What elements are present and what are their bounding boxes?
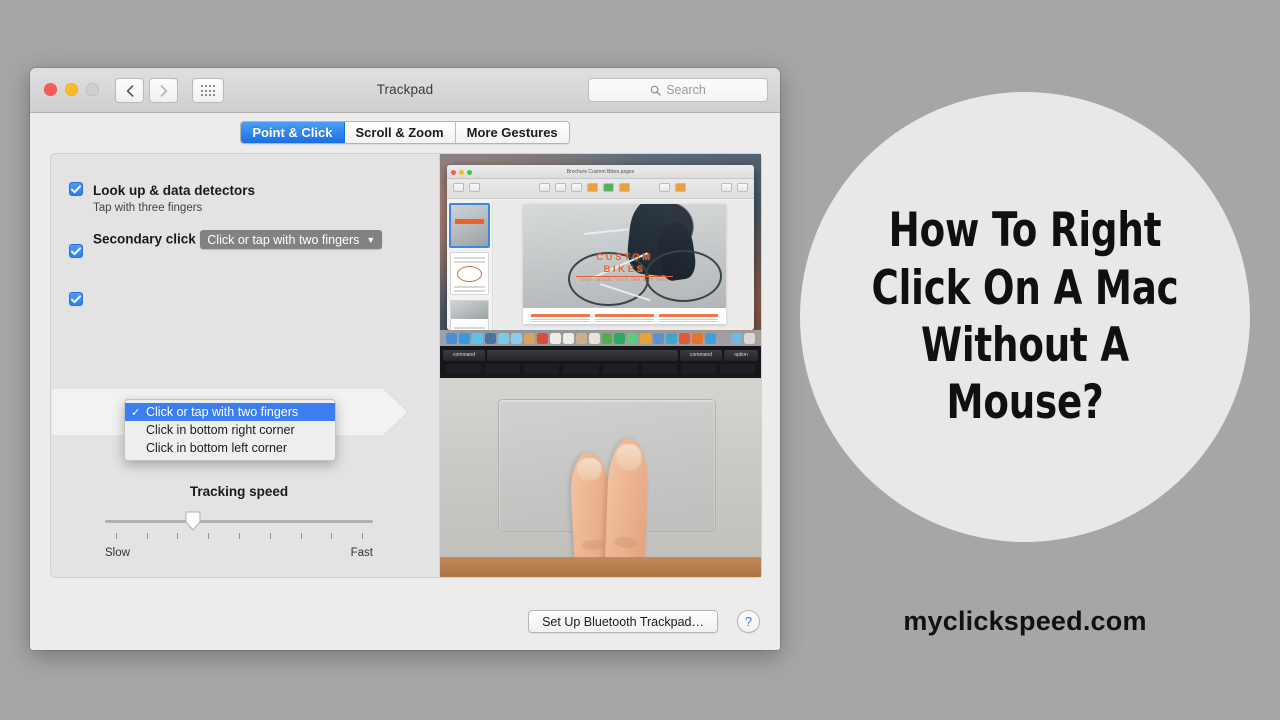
brochure-page: CUSTOM BIKES CRAFT MODEL YOUR OWN BIKE S… — [523, 204, 726, 324]
search-icon — [650, 85, 661, 96]
checkmark-icon — [71, 185, 81, 194]
window-content: Point & Click Scroll & Zoom More Gesture… — [30, 113, 780, 650]
fingernail — [576, 457, 602, 482]
tab-scroll-and-zoom[interactable]: Scroll & Zoom — [345, 122, 456, 143]
help-button[interactable]: ? — [737, 610, 760, 633]
checkmark-icon — [71, 247, 81, 256]
trackpad-preferences-window: Trackpad Search Point & Click Scroll & Z… — [30, 68, 780, 650]
popup-button-value: Click or tap with two fingers — [207, 233, 359, 247]
tab-more-gestures[interactable]: More Gestures — [456, 122, 569, 143]
menu-item-label: Click or tap with two fingers — [146, 405, 298, 419]
slider-min-label: Slow — [105, 547, 130, 559]
promo-circle: How To Right Click On A Mac Without A Mo… — [800, 92, 1250, 542]
key-command-right: command — [680, 350, 722, 361]
checkbox-look-up-data-detectors[interactable] — [69, 182, 83, 196]
option-label: Look up & data detectors — [93, 183, 255, 198]
button-label: Set Up Bluetooth Trackpad… — [542, 615, 704, 629]
trackpad-scene — [440, 364, 761, 577]
menu-item-bottom-right-corner[interactable]: Click in bottom right corner — [125, 421, 335, 439]
options-column: Look up & data detectors Tap with three … — [51, 154, 427, 577]
brochure-subhead: CRAFT MODEL YOUR OWN BIKE SHOP — [560, 278, 690, 282]
key-option: option — [724, 350, 758, 361]
page-canvas: Trackpad Search Point & Click Scroll & Z… — [0, 0, 1280, 720]
secondary-click-popup-button[interactable]: Click or tap with two fingers ▼ — [200, 230, 382, 249]
promo-brand: myclickspeed.com — [800, 606, 1250, 637]
key-space — [487, 350, 678, 361]
window-titlebar: Trackpad Search — [30, 68, 780, 113]
trackpad-photo — [440, 364, 761, 577]
fingernail — [615, 444, 642, 471]
pages-titlebar: Brochure Custom Bikes.pages — [447, 165, 754, 179]
slider-track — [105, 520, 373, 523]
chevron-down-icon: ▼ — [366, 235, 375, 245]
tab-bar: Point & Click Scroll & Zoom More Gesture… — [30, 121, 780, 144]
keyboard-row: command command option — [440, 346, 761, 364]
pages-document-canvas: CUSTOM BIKES CRAFT MODEL YOUR OWN BIKE S… — [493, 200, 754, 330]
page-thumbnail — [450, 204, 489, 247]
option-sublabel: Tap with three fingers — [93, 202, 255, 215]
pages-app-window: Brochure Custom Bikes.pages — [447, 165, 754, 330]
brochure-columns — [531, 314, 718, 322]
wooden-desk — [440, 557, 761, 577]
pages-thumbnail-sidebar — [447, 200, 493, 330]
slider-knob[interactable] — [185, 511, 201, 531]
checkmark-icon: ✓ — [131, 406, 146, 419]
tracking-speed-slider[interactable] — [105, 517, 373, 525]
pages-main-area: CUSTOM BIKES CRAFT MODEL YOUR OWN BIKE S… — [447, 200, 754, 330]
checkbox-third-option[interactable] — [69, 292, 83, 306]
slider-max-label: Fast — [351, 547, 373, 559]
menu-item-label: Click in bottom left corner — [146, 441, 287, 455]
desktop-dock — [440, 330, 761, 346]
option-secondary-click[interactable]: Secondary click Click or tap with two fi… — [69, 228, 382, 258]
secondary-click-dropdown-menu[interactable]: ✓ Click or tap with two fingers Click in… — [124, 399, 336, 461]
tracking-speed-title: Tracking speed — [105, 484, 373, 499]
brochure-headline: CUSTOM BIKES — [547, 252, 701, 276]
menu-item-label: Click in bottom right corner — [146, 423, 295, 437]
middle-finger — [605, 438, 650, 572]
brochure-rule — [576, 276, 673, 277]
desktop-preview-image: Pages File Edit Insert Format Arrange Vi… — [440, 154, 761, 364]
page-thumbnail — [450, 252, 489, 295]
pages-toolbar — [447, 179, 754, 199]
tracking-speed-control: Tracking speed Slow Fa — [105, 484, 373, 559]
window-footer: Set Up Bluetooth Trackpad… ? — [30, 610, 780, 640]
pages-document-title: Brochure Custom Bikes.pages — [447, 169, 754, 175]
gesture-preview: Pages File Edit Insert Format Arrange Vi… — [439, 154, 761, 577]
key-command-left: command — [443, 350, 485, 361]
laptop-palmrest — [440, 378, 761, 557]
tab-point-and-click[interactable]: Point & Click — [241, 122, 344, 143]
option-third-obscured[interactable] — [69, 292, 93, 306]
checkmark-icon — [71, 295, 81, 304]
question-mark-icon: ? — [745, 614, 752, 629]
option-label: Secondary click — [93, 232, 196, 247]
page-thumbnail — [450, 300, 489, 330]
checkbox-secondary-click[interactable] — [69, 244, 83, 258]
settings-panel: Look up & data detectors Tap with three … — [50, 153, 762, 578]
option-look-up-and-data-detectors[interactable]: Look up & data detectors Tap with three … — [69, 182, 255, 215]
slider-end-labels: Slow Fast — [105, 547, 373, 559]
laptop-keyboard-edge — [440, 364, 761, 378]
slider-ticks — [105, 533, 373, 540]
set-up-bluetooth-trackpad-button[interactable]: Set Up Bluetooth Trackpad… — [528, 610, 718, 633]
menu-item-two-fingers[interactable]: ✓ Click or tap with two fingers — [125, 403, 335, 421]
menu-item-bottom-left-corner[interactable]: Click in bottom left corner — [125, 439, 335, 457]
search-field[interactable]: Search — [588, 78, 768, 102]
search-placeholder: Search — [666, 83, 706, 97]
promo-headline: How To Right Click On A Mac Without A Mo… — [849, 202, 1201, 431]
